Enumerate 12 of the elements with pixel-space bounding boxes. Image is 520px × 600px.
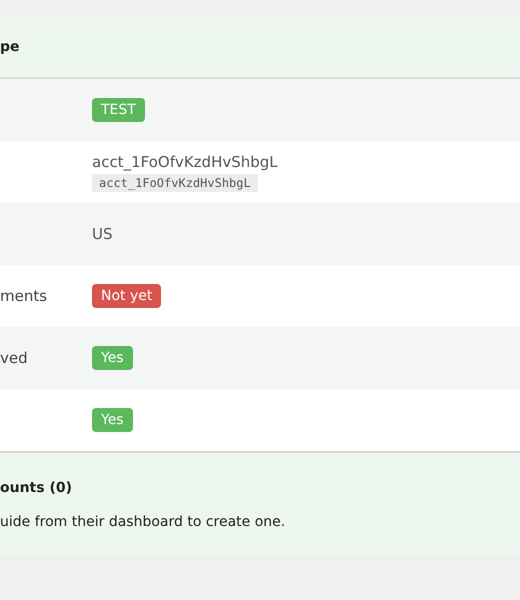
section-heading: pe — [0, 39, 20, 55]
status-badge: TEST — [92, 98, 145, 122]
account-id: acct_1FoOfvKzdHvShbgL — [92, 152, 278, 170]
account-id-code: acct_1FoOfvKzdHvShbgL — [92, 174, 258, 192]
info-text: uide from their dashboard to create one. — [0, 514, 286, 530]
field-value: US — [92, 225, 113, 243]
field-label: ved — [0, 349, 28, 367]
status-badge: Not yet — [92, 284, 162, 308]
status-badge: Yes — [92, 346, 133, 370]
field-label: ments — [0, 287, 48, 305]
section-heading: ounts (0) — [0, 480, 73, 496]
status-badge: Yes — [92, 408, 133, 432]
